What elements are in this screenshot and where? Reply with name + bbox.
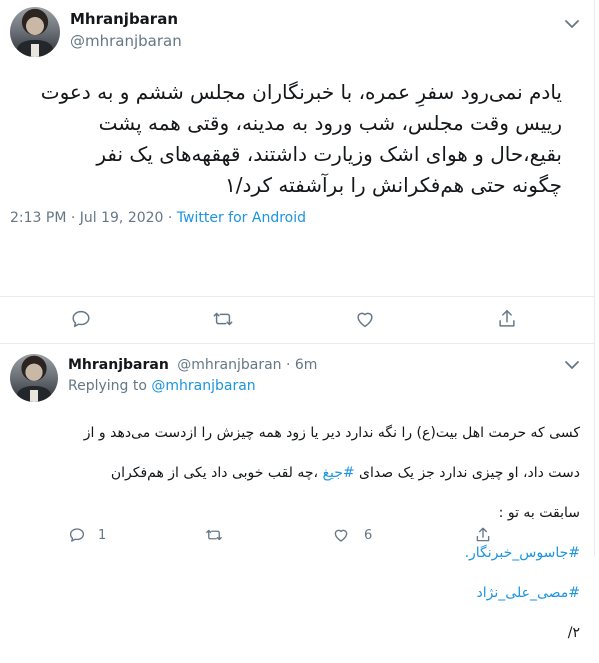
retweet-button[interactable] xyxy=(205,526,223,544)
divider xyxy=(0,343,594,344)
tweet-metadata: 2:13 PM · Jul 19, 2020 · Twitter for And… xyxy=(10,210,306,226)
share-icon xyxy=(499,310,515,327)
reply-line-part: دست داد، او چیزی ندارد جز یک صدای xyxy=(354,465,580,481)
reply-line: دست داد، او چیزی ندارد جز یک صدای #جیغ ،… xyxy=(60,463,580,483)
reply-button[interactable]: 1 xyxy=(68,526,106,544)
retweet-button[interactable] xyxy=(212,308,234,330)
reply-line: کسی که حرمت اهل بیت(ع) را نگه ندارد دیر … xyxy=(83,425,580,441)
chevron-down-icon[interactable] xyxy=(560,353,584,377)
display-name[interactable]: Mhranjbaran xyxy=(68,357,169,373)
hashtag-link[interactable]: #مصی_علی_نژاد xyxy=(477,585,580,601)
hashtag-link[interactable]: #جاسوس_خبرنگار. xyxy=(465,545,580,561)
display-name[interactable]: Mhranjbaran xyxy=(70,10,178,28)
divider xyxy=(0,296,594,297)
tweet-source[interactable]: Twitter for Android xyxy=(177,210,306,226)
like-button[interactable]: 6 xyxy=(332,526,372,544)
avatar[interactable] xyxy=(10,354,58,402)
like-icon xyxy=(357,312,373,328)
handle[interactable]: @mhranjbaran xyxy=(70,32,182,50)
tweet-timestamp[interactable]: 2:13 PM · Jul 19, 2020 · xyxy=(10,210,177,226)
reply-tweet-text: کسی که حرمت اهل بیت(ع) را نگه ندارد دیر … xyxy=(60,403,580,663)
reply-header: Mhranjbaran @mhranjbaran · 6m xyxy=(68,357,317,373)
like-button[interactable] xyxy=(354,308,376,330)
replying-to-label: Replying to xyxy=(68,378,152,394)
reply-line: ۲/ xyxy=(567,625,580,641)
reply-count: 1 xyxy=(98,527,107,543)
reply-icon xyxy=(72,310,90,328)
retweet-icon xyxy=(206,529,222,541)
like-count: 6 xyxy=(364,527,373,543)
retweet-icon xyxy=(213,312,233,326)
replying-to-handle[interactable]: @mhranjbaran xyxy=(151,378,255,394)
avatar[interactable] xyxy=(10,7,60,57)
hashtag-link[interactable]: #جیغ xyxy=(323,465,355,481)
reply-line-part: ،چه لقب خوبی داد یکی از هم‌فکران xyxy=(110,465,323,481)
replying-to: Replying to @mhranjbaran xyxy=(68,378,256,394)
reply-icon xyxy=(69,528,85,542)
reply-line: سابقت به تو : xyxy=(498,505,580,521)
share-button[interactable] xyxy=(474,526,492,544)
share-button[interactable] xyxy=(496,308,518,330)
chevron-down-icon[interactable] xyxy=(560,12,584,36)
like-icon xyxy=(334,529,348,542)
reply-button[interactable] xyxy=(70,308,92,330)
handle-and-time[interactable]: @mhranjbaran · 6m xyxy=(177,357,317,373)
tweet-text: یادم نمی‌رود سفرِ عمره، با خبرنگاران مجل… xyxy=(40,80,562,197)
share-icon xyxy=(476,527,490,542)
